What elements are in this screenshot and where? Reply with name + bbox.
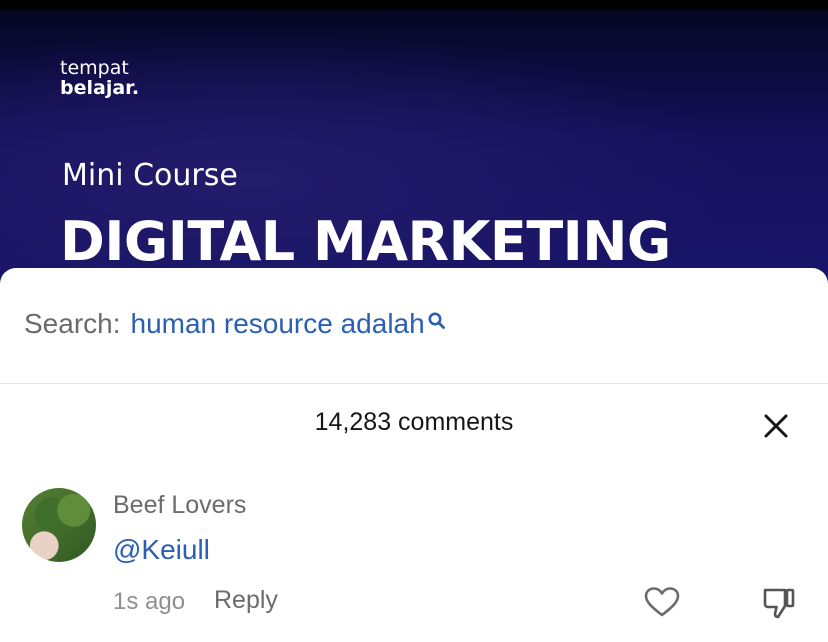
avatar[interactable] (22, 488, 96, 562)
status-strip (0, 0, 828, 10)
comment-mention-link[interactable]: @Keiull (113, 534, 210, 566)
search-term-link[interactable]: human resource adalah (131, 308, 425, 340)
video-subtitle: Mini Course (62, 158, 238, 193)
search-suggestion[interactable]: Search: human resource adalah (24, 308, 447, 340)
reply-button[interactable]: Reply (214, 586, 278, 615)
video-title: DIGITAL MARKETING (60, 210, 671, 273)
divider (0, 383, 828, 384)
search-prefix: Search: (24, 308, 121, 339)
search-icon (427, 306, 447, 329)
close-icon[interactable] (760, 410, 792, 442)
brand-line-2: belajar. (60, 77, 140, 99)
comments-count: 14,283 comments (314, 408, 514, 436)
comment-timestamp: 1s ago (113, 588, 186, 615)
brand-line-1: tempat (60, 57, 129, 79)
thumbs-down-icon[interactable] (762, 586, 796, 620)
comments-sheet: Search: human resource adalah 14,283 com… (0, 268, 828, 642)
heart-outline-icon[interactable] (644, 586, 680, 618)
comment-username[interactable]: Beef Lovers (113, 491, 246, 520)
brand-logo: tempat belajar. (60, 58, 139, 98)
